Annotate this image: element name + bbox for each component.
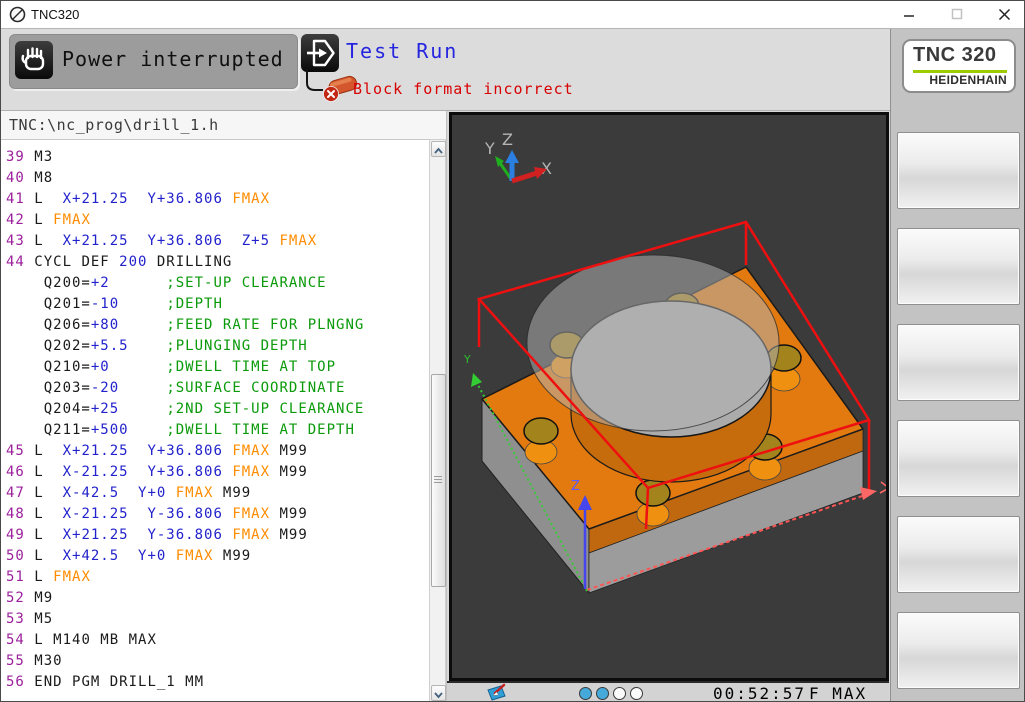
hand-icon: [15, 41, 53, 79]
code-line[interactable]: 40 M8: [6, 168, 364, 189]
code-line[interactable]: Q201=-10 ;DEPTH: [6, 294, 364, 315]
active-mode-label: Test Run: [346, 39, 458, 63]
code-line[interactable]: 51 L FMAX: [6, 567, 364, 588]
scrollbar-thumb[interactable]: [431, 374, 446, 587]
tnc320-window: TNC320 Power interrupted: [0, 0, 1025, 702]
simulation-canvas: Y Z X: [452, 115, 886, 678]
datum-y-label: Y: [463, 353, 471, 366]
simulation-statusbar: 00:52:57 F MAX: [447, 681, 889, 702]
code-line[interactable]: 49 L X+21.25 Y-36.806 FMAX M99: [6, 525, 364, 546]
code-line[interactable]: 56 END PGM DRILL_1 MM: [6, 672, 364, 693]
code-line[interactable]: Q211=+500 ;DWELL TIME AT DEPTH: [6, 420, 364, 441]
titlebar: TNC320: [1, 1, 1024, 29]
progress-dot: [613, 687, 626, 700]
progress-dot: [596, 687, 609, 700]
scroll-down-button[interactable]: [431, 685, 446, 701]
code-line[interactable]: Q203=-20 ;SURFACE COORDINATE: [6, 378, 364, 399]
progress-dots: [579, 687, 647, 702]
code-line[interactable]: 53 M5: [6, 609, 364, 630]
code-line[interactable]: 41 L X+21.25 Y+36.806 FMAX: [6, 189, 364, 210]
brand-logo: TNC 320 HEIDENHAIN: [902, 39, 1016, 93]
transparent-stock: [527, 255, 779, 431]
error-connector-and-icon: [301, 69, 361, 109]
datum-z-label: Z: [571, 479, 580, 494]
triad-y-label: Y: [484, 139, 495, 158]
code-scrollbar[interactable]: [429, 139, 446, 702]
progress-dot: [579, 687, 592, 700]
code-line[interactable]: 52 M9: [6, 588, 364, 609]
brand-company-label: HEIDENHAIN: [929, 73, 1007, 87]
code-line[interactable]: Q202=+5.5 ;PLUNGING DEPTH: [6, 336, 364, 357]
code-line[interactable]: 50 L X+42.5 Y+0 FMAX M99: [6, 546, 364, 567]
code-line[interactable]: 47 L X-42.5 Y+0 FMAX M99: [6, 483, 364, 504]
app-logo-icon: [9, 6, 26, 28]
code-line[interactable]: 45 L X+21.25 Y+36.806 FMAX M99: [6, 441, 364, 462]
feed-rate: F MAX: [809, 684, 867, 702]
code-line[interactable]: Q210=+0 ;DWELL TIME AT TOP: [6, 357, 364, 378]
close-button[interactable]: [987, 1, 1021, 28]
program-editor: TNC:\nc_prog\drill_1.h 39 M340 M841 L X+…: [1, 111, 447, 702]
code-line[interactable]: 39 M3: [6, 147, 364, 168]
softkey-button-2[interactable]: [897, 228, 1020, 305]
background-mode-box: Power interrupted: [9, 34, 298, 89]
drill-hole: [524, 418, 558, 464]
code-line[interactable]: Q206=+80 ;FEED RATE FOR PLNGNG: [6, 315, 364, 336]
workpiece-tool-icon: [485, 683, 509, 702]
window-title: TNC320: [31, 1, 79, 28]
scroll-up-button[interactable]: [431, 141, 446, 157]
program-path: TNC:\nc_prog\drill_1.h: [1, 111, 446, 140]
softkey-button-6[interactable]: [897, 612, 1020, 689]
progress-dot: [630, 687, 643, 700]
code-line[interactable]: 42 L FMAX: [6, 210, 364, 231]
code-line[interactable]: 48 L X-21.25 Y-36.806 FMAX M99: [6, 504, 364, 525]
machining-time: 00:52:57: [713, 684, 806, 702]
program-code: 39 M340 M841 L X+21.25 Y+36.806 FMAX42 L…: [6, 147, 364, 693]
code-line[interactable]: 43 L X+21.25 Y+36.806 Z+5 FMAX: [6, 231, 364, 252]
background-mode-label: Power interrupted: [62, 47, 284, 71]
code-line[interactable]: 55 M30: [6, 651, 364, 672]
code-line[interactable]: 44 CYCL DEF 200 DRILLING: [6, 252, 364, 273]
code-line[interactable]: Q200=+2 ;SET-UP CLEARANCE: [6, 273, 364, 294]
code-line[interactable]: 54 L M140 MB MAX: [6, 630, 364, 651]
error-badge-icon: [324, 87, 339, 102]
simulation-viewport[interactable]: Y Z X: [449, 112, 889, 681]
code-line[interactable]: 46 L X-21.25 Y+36.806 FMAX M99: [6, 462, 364, 483]
softkey-button-4[interactable]: [897, 420, 1020, 497]
minimize-button[interactable]: [892, 1, 926, 28]
softkey-button-5[interactable]: [897, 516, 1020, 593]
softkey-button-3[interactable]: [897, 324, 1020, 401]
mode-header: Power interrupted Test Run Block format …: [1, 29, 890, 111]
code-line[interactable]: Q204=+25 ;2ND SET-UP CLEARANCE: [6, 399, 364, 420]
triad-z-label: Z: [502, 130, 513, 149]
softkey-sidebar: TNC 320 HEIDENHAIN: [890, 29, 1025, 702]
softkey-button-1[interactable]: [897, 132, 1020, 209]
brand-model-label: TNC 320: [913, 44, 997, 67]
error-message: Block format incorrect: [353, 80, 574, 98]
maximize-button[interactable]: [940, 1, 974, 28]
test-run-icon: [301, 34, 339, 72]
